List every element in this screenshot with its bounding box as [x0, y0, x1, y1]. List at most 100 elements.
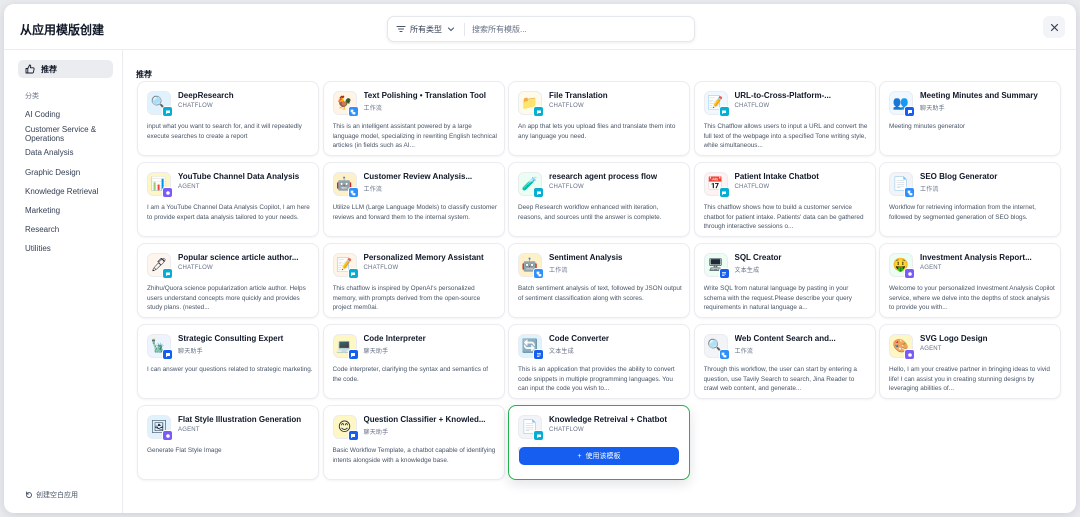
template-card[interactable]: 📅 Patient Intake Chatbot CHATFLOW This chat… [693, 162, 876, 237]
app-type-badge-icon [347, 187, 359, 198]
sidebar-item-knowledge-retrieval[interactable]: Knowledge Retrieval [25, 187, 117, 196]
template-name: Investment Analysis Report... [920, 253, 1032, 262]
type-filter-dropdown[interactable]: 所有类型 [410, 24, 442, 35]
template-type: 工作流 [920, 187, 939, 193]
template-card[interactable]: 📁 File Translation CHATFLOW An app that let… [508, 81, 690, 156]
template-description: This is an intelligent assistant powered… [332, 123, 497, 149]
template-type: CHATFLOW [734, 103, 770, 109]
template-card[interactable]: 😊 Question Classifier + Knowled... 聊天助手 Bas… [322, 405, 505, 480]
template-type: 文本生成 [734, 268, 760, 274]
template-card[interactable]: 🔍 Web Content Search and... 工作流 Through thi… [693, 324, 876, 399]
template-description: Deep Research workflow enhanced with ite… [518, 204, 662, 221]
filter-divider [464, 23, 465, 36]
sidebar-item-utilities[interactable]: Utilities [25, 244, 117, 253]
app-type-badge-icon [904, 187, 915, 198]
template-type: 聊天助手 [178, 349, 203, 355]
template-name: Popular science article author... [178, 253, 299, 262]
template-type: CHATFLOW [549, 427, 584, 433]
template-name: Patient Intake Chatbot [734, 172, 819, 181]
create-blank-icon [26, 491, 32, 498]
use-template-button[interactable]: + 使用该模板 [519, 447, 679, 465]
sidebar-item-graphic-design[interactable]: Graphic Design [25, 168, 117, 177]
template-description: Batch sentiment analysis of text, follow… [518, 285, 682, 302]
close-button[interactable] [1043, 16, 1065, 38]
template-name: Knowledge Retreival + Chatbot [549, 415, 668, 424]
app-type-badge-icon [718, 349, 730, 360]
filter-lines-icon [396, 25, 406, 33]
template-type: 工作流 [363, 187, 383, 193]
template-name: URL-to-Cross-Platform-... [734, 91, 831, 100]
template-card[interactable]: 🖊 Popular science article author... CHATFL… [137, 243, 319, 318]
sidebar-item-customer-service[interactable]: Customer Service & Operations [25, 125, 117, 143]
template-name: Sentiment Analysis [549, 253, 623, 262]
app-type-badge-icon [718, 187, 730, 198]
template-card[interactable]: 🖼 Flat Style Illustration Generation AGENT… [137, 405, 319, 480]
app-type-badge-icon [162, 187, 173, 198]
section-title: 推荐 [136, 70, 152, 79]
template-type: CHATFLOW [178, 265, 213, 271]
sidebar-item-data-analysis[interactable]: Data Analysis [25, 148, 117, 157]
template-card[interactable]: 🎨 SVG Logo Design AGENT Hello, I am your cr… [879, 324, 1061, 399]
app-type-badge-icon [533, 106, 544, 117]
template-name: Question Classifier + Knowled... [363, 415, 486, 424]
template-name: File Translation [549, 91, 608, 100]
sidebar-item-label: 推荐 [41, 65, 57, 74]
template-card[interactable]: 🗽 Strategic Consulting Expert 聊天助手 I can an… [137, 324, 319, 399]
app-type-badge-icon [718, 106, 730, 117]
template-card[interactable]: 🧪 research agent process flow CHATFLOW Deep… [508, 162, 690, 237]
app-type-badge-icon [162, 268, 173, 279]
template-name: Flat Style Illustration Generation [178, 415, 302, 424]
app-type-badge-icon [533, 349, 544, 360]
template-card[interactable]: 🤖 Customer Review Analysis... 工作流 Utilize L… [322, 162, 505, 237]
template-name: DeepResearch [178, 91, 234, 100]
app-type-badge-icon [533, 268, 544, 279]
sidebar-item-research[interactable]: Research [25, 225, 117, 234]
template-card[interactable]: 🐓 Text Polishing • Translation Tool 工作流 Thi… [322, 81, 505, 156]
template-name: Customer Review Analysis... [363, 172, 473, 181]
template-description: Hello, I am your creative partner in bri… [889, 366, 1050, 392]
create-blank-label: 创建空白应用 [36, 492, 78, 499]
template-card[interactable]: 📄 SEO Blog Generator 工作流 Workflow for retri… [879, 162, 1061, 237]
template-card[interactable]: 🔍 DeepResearch CHATFLOW input what you want… [137, 81, 319, 156]
app-type-badge-icon [162, 349, 173, 360]
template-description: Utilize LLM (Large Language Models) to c… [332, 204, 497, 221]
template-description: An app that lets you upload files and tr… [518, 123, 676, 140]
sidebar-item-recommended[interactable]: 推荐 [18, 60, 113, 78]
template-description: Workflow for retrieving information from… [889, 204, 1036, 221]
template-description: Zhihu/Quora science popularization artic… [147, 285, 306, 311]
app-type-badge-icon [347, 430, 359, 441]
template-card[interactable]: 🔄 Code Converter 文本生成 This is an applicatio… [508, 324, 690, 399]
template-description: input what you want to search for, and i… [147, 123, 302, 140]
template-type: AGENT [178, 427, 200, 433]
template-card[interactable]: 📝 URL-to-Cross-Platform-... CHATFLOW This C… [693, 81, 876, 156]
app-type-badge-icon [718, 268, 730, 279]
sidebar-item-marketing[interactable]: Marketing [25, 206, 117, 215]
template-type: 工作流 [549, 268, 568, 274]
template-card[interactable]: 📊 YouTube Channel Data Analysis AGENT I am … [137, 162, 319, 237]
app-type-badge-icon [162, 430, 173, 441]
template-type: CHATFLOW [363, 265, 399, 271]
template-card[interactable]: 🤑 Investment Analysis Report... AGENT Welco… [879, 243, 1061, 318]
template-type: AGENT [920, 346, 942, 352]
template-description: Generate Flat Style Image [147, 447, 222, 454]
template-card[interactable]: 📄Knowledge Retreival + ChatbotCHATFLOWBa… [508, 405, 690, 480]
template-card[interactable]: 💻 Code Interpreter 聊天助手 Code interpreter, c… [322, 324, 505, 399]
app-type-badge-icon [347, 106, 359, 117]
create-blank-app-link[interactable]: 创建空白应用 [25, 490, 78, 500]
app-type-badge-icon [904, 106, 915, 117]
template-description: Welcome to your personalized Investment … [889, 285, 1055, 311]
template-card[interactable]: 🖥 SQL Creator 文本生成 Write SQL from natural l… [693, 243, 876, 318]
template-card[interactable]: 🤖 Sentiment Analysis 工作流 Batch sentiment an… [508, 243, 690, 318]
template-search-input[interactable] [472, 21, 682, 37]
template-type: 聊天助手 [920, 106, 945, 112]
template-grid: 🔍 DeepResearch CHATFLOW input what you want… [137, 81, 1061, 501]
template-type: AGENT [920, 265, 942, 271]
template-type: CHATFLOW [178, 103, 213, 109]
template-description: Through this workflow, the user can star… [703, 366, 857, 392]
app-type-badge-icon [162, 106, 173, 117]
template-card[interactable]: 👥 Meeting Minutes and Summary 聊天助手 Meeting … [879, 81, 1061, 156]
sidebar-item-ai-coding[interactable]: AI Coding [25, 110, 117, 119]
template-list: 推荐 🔍 DeepResearch CHATFLOW input what you w… [124, 50, 1076, 513]
template-card[interactable]: 📝 Personalized Memory Assistant CHATFLOW Th… [322, 243, 505, 318]
chevron-down-icon[interactable] [447, 25, 455, 33]
